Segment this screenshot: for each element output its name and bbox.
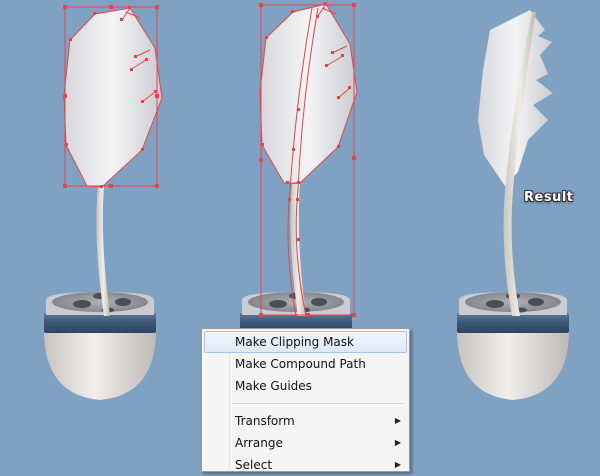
menu-item-make-guides[interactable]: Make Guides	[202, 375, 409, 397]
submenu-arrow-icon: ▶	[394, 438, 401, 447]
menu-item-select-label: Select	[235, 458, 273, 472]
menu-item-make-clipping-mask[interactable]: Make Clipping Mask	[204, 331, 407, 353]
menu-separator	[232, 403, 405, 404]
submenu-arrow-icon: ▶	[394, 460, 401, 469]
result-label: Result	[524, 190, 574, 205]
menu-item-arrange[interactable]: Arrange ▶	[202, 432, 409, 454]
feather-left[interactable]	[63, 5, 163, 316]
menu-item-select[interactable]: Select ▶	[202, 454, 409, 476]
pot-left	[44, 292, 156, 400]
feather-middle[interactable]	[259, 2, 358, 317]
submenu-arrow-icon: ▶	[394, 416, 401, 425]
menu-item-transform[interactable]: Transform ▶	[202, 410, 409, 432]
context-menu: Make Clipping Mask Make Compound Path Ma…	[201, 328, 410, 472]
feather-result	[478, 10, 553, 316]
menu-item-arrange-label: Arrange	[235, 436, 283, 450]
menu-item-transform-label: Transform	[235, 414, 295, 428]
menu-item-make-compound-path[interactable]: Make Compound Path	[202, 353, 409, 375]
